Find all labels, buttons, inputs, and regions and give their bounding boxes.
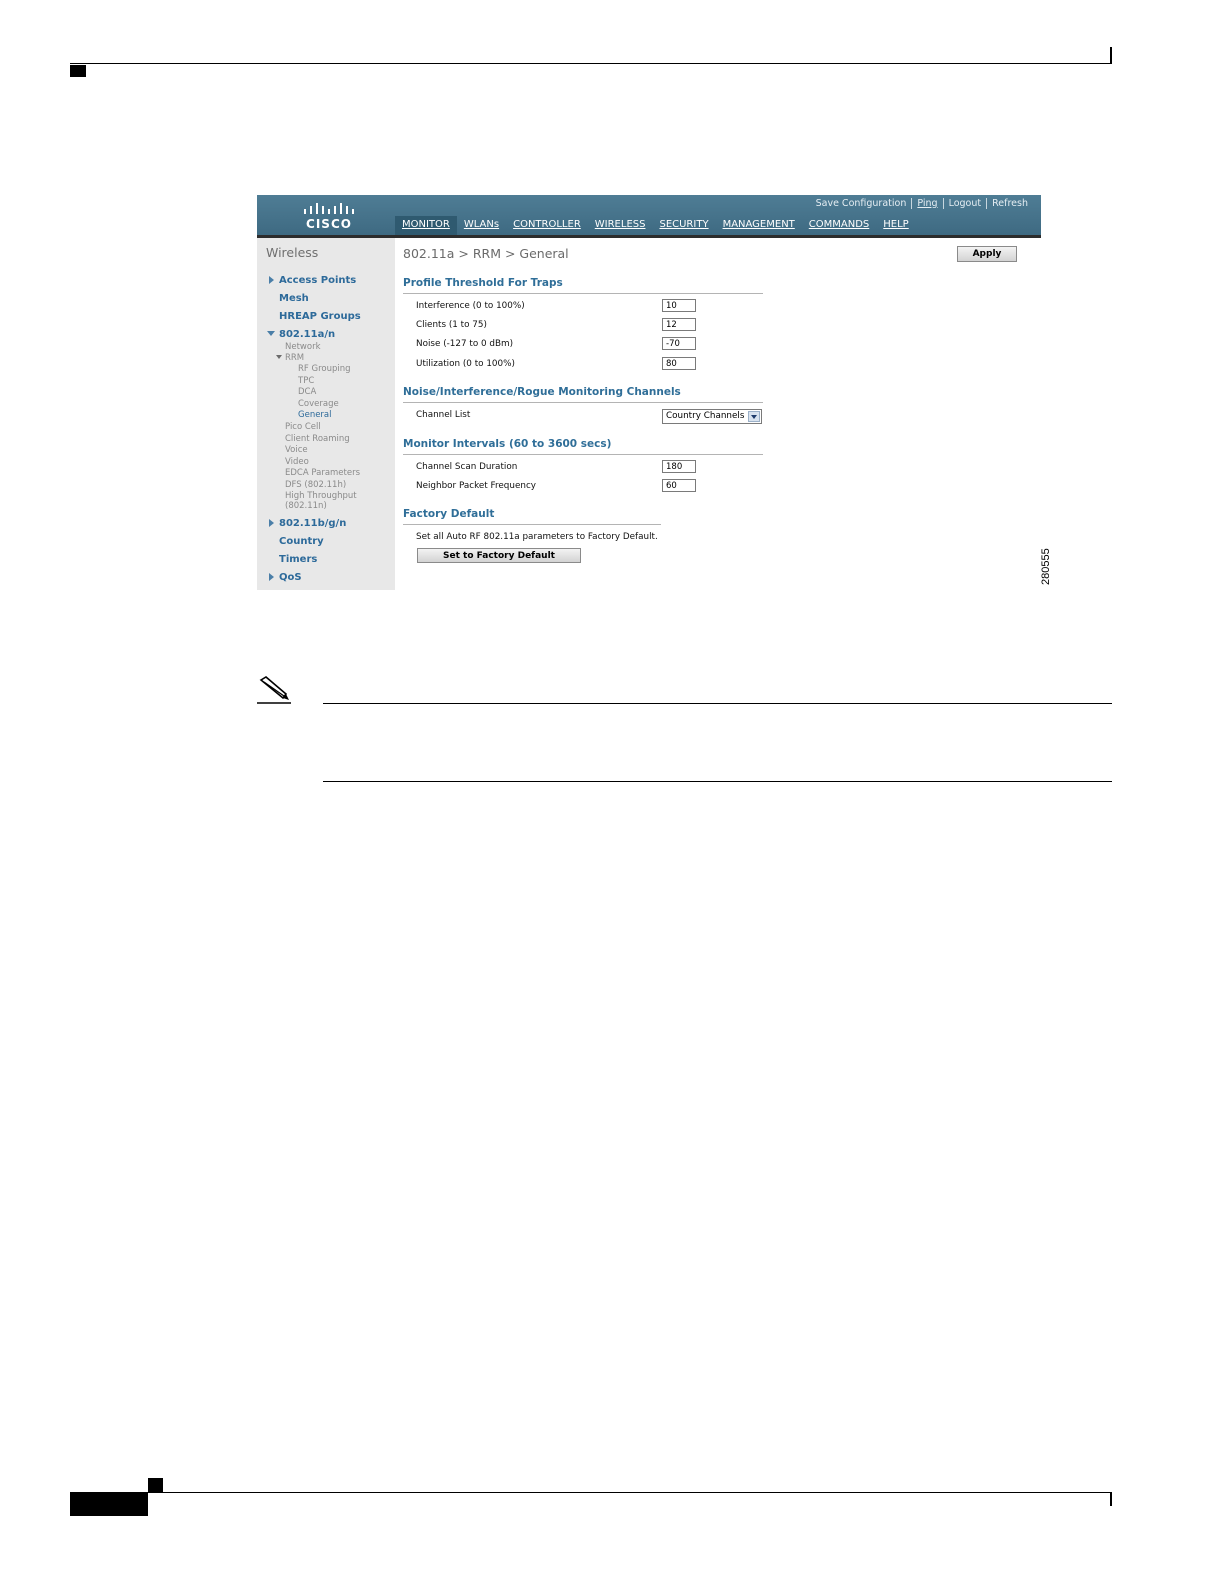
sidebar-item-rf-grouping[interactable]: RF Grouping (298, 364, 351, 374)
sidebar-item-dca[interactable]: DCA (298, 387, 316, 397)
main-nav: MONITOR WLANs CONTROLLER WIRELESS SECURI… (395, 216, 916, 238)
neighbor-packet-input[interactable] (662, 479, 696, 492)
ping-link[interactable]: Ping (912, 198, 942, 209)
neighbor-packet-label: Neighbor Packet Frequency (416, 481, 536, 491)
nav-wireless[interactable]: WIRELESS (587, 216, 653, 238)
sidebar-item-rrm[interactable]: RRM (285, 353, 304, 363)
refresh-link[interactable]: Refresh (987, 198, 1033, 209)
sidebar-item-qos[interactable]: QoS (279, 572, 302, 583)
nav-commands[interactable]: COMMANDS (802, 216, 876, 235)
collapse-arrow-icon[interactable] (276, 355, 282, 359)
note-rule-bottom (323, 781, 1112, 782)
sidebar-item-general[interactable]: General (298, 410, 332, 420)
section-title-profile-threshold: Profile Threshold For Traps (403, 277, 563, 289)
content-panel: 802.11a > RRM > General Apply Profile Th… (395, 238, 1041, 590)
factory-default-text: Set all Auto RF 802.11a parameters to Fa… (416, 532, 658, 542)
sidebar: Wireless Access Points Mesh HREAP Groups… (257, 238, 395, 590)
sidebar-item-client-roaming[interactable]: Client Roaming (285, 434, 350, 444)
cisco-wordmark: cisco (306, 217, 352, 231)
section-title-factory-default: Factory Default (403, 508, 495, 520)
logout-link[interactable]: Logout (944, 198, 987, 209)
sidebar-item-dfs[interactable]: DFS (802.11h) (285, 480, 346, 490)
figure-id: 280555 (1040, 548, 1052, 585)
nav-help[interactable]: HELP (876, 216, 915, 235)
sidebar-item-voice[interactable]: Voice (285, 445, 308, 455)
expand-arrow-icon[interactable] (269, 573, 274, 581)
expand-arrow-icon[interactable] (269, 276, 274, 284)
channel-list-value: Country Channels (666, 411, 745, 421)
top-bar: cisco Save Configuration Ping Logout Ref… (257, 195, 1041, 238)
save-configuration-link[interactable]: Save Configuration (811, 198, 912, 209)
sidebar-item-tpc[interactable]: TPC (298, 376, 314, 386)
channel-list-label: Channel List (416, 410, 471, 420)
clients-label: Clients (1 to 75) (416, 320, 487, 330)
nav-monitor[interactable]: MONITOR (395, 216, 457, 235)
apply-button[interactable]: Apply (957, 246, 1017, 262)
sidebar-item-country[interactable]: Country (279, 536, 324, 547)
section-divider (403, 454, 763, 455)
note-pencil-icon (257, 676, 291, 704)
set-factory-default-button[interactable]: Set to Factory Default (417, 548, 581, 563)
sidebar-item-pico-cell[interactable]: Pico Cell (285, 422, 321, 432)
sidebar-item-hreap-groups[interactable]: HREAP Groups (279, 311, 361, 322)
interference-label: Interference (0 to 100%) (416, 301, 525, 311)
cisco-logo: cisco (301, 201, 357, 231)
footer-rule (70, 1492, 1112, 1493)
header-marker (70, 65, 86, 77)
chevron-down-icon[interactable] (748, 411, 760, 422)
utilization-input[interactable] (662, 357, 696, 370)
section-title-monitor-intervals: Monitor Intervals (60 to 3600 secs) (403, 438, 612, 450)
footer-tick (1110, 1493, 1112, 1506)
sidebar-item-high-throughput-suffix[interactable]: (802.11n) (285, 501, 327, 511)
section-title-monitoring-channels: Noise/Interference/Rogue Monitoring Chan… (403, 386, 681, 398)
noise-label: Noise (-127 to 0 dBm) (416, 339, 514, 349)
section-divider (403, 402, 763, 403)
channel-list-select[interactable]: Country Channels (662, 409, 762, 424)
footer-page-block (70, 1493, 148, 1516)
expand-arrow-icon[interactable] (269, 519, 274, 527)
nav-wlans[interactable]: WLANs (457, 216, 506, 235)
channel-scan-label: Channel Scan Duration (416, 462, 518, 472)
sidebar-item-high-throughput[interactable]: High Throughput (285, 491, 357, 501)
footer-marker (148, 1478, 163, 1493)
noise-input[interactable] (662, 337, 696, 350)
sidebar-item-video[interactable]: Video (285, 457, 309, 467)
sidebar-item-coverage[interactable]: Coverage (298, 399, 339, 409)
sidebar-item-network[interactable]: Network (285, 342, 321, 352)
header-tick (1110, 47, 1112, 64)
header-rule (70, 63, 1112, 64)
sidebar-title: Wireless (266, 245, 319, 260)
wlc-screenshot: cisco Save Configuration Ping Logout Ref… (257, 195, 1041, 590)
sidebar-item-80211a[interactable]: 802.11a/n (279, 329, 335, 340)
note-rule-top (323, 703, 1112, 704)
breadcrumb: 802.11a > RRM > General (403, 246, 569, 261)
sidebar-item-timers[interactable]: Timers (279, 554, 317, 565)
interference-input[interactable] (662, 299, 696, 312)
nav-management[interactable]: MANAGEMENT (716, 216, 802, 235)
sidebar-item-mesh[interactable]: Mesh (279, 293, 309, 304)
sidebar-item-80211bg[interactable]: 802.11b/g/n (279, 518, 346, 529)
section-divider (403, 293, 763, 294)
clients-input[interactable] (662, 318, 696, 331)
sidebar-item-access-points[interactable]: Access Points (279, 275, 356, 286)
nav-security[interactable]: SECURITY (652, 216, 715, 235)
channel-scan-input[interactable] (662, 460, 696, 473)
nav-controller[interactable]: CONTROLLER (506, 216, 588, 235)
cisco-bars-icon (304, 203, 354, 214)
utilization-label: Utilization (0 to 100%) (416, 359, 515, 369)
sidebar-item-edca-parameters[interactable]: EDCA Parameters (285, 468, 360, 478)
top-links: Save Configuration Ping Logout Refresh (811, 198, 1033, 209)
collapse-arrow-icon[interactable] (267, 331, 275, 336)
section-divider (403, 524, 661, 525)
